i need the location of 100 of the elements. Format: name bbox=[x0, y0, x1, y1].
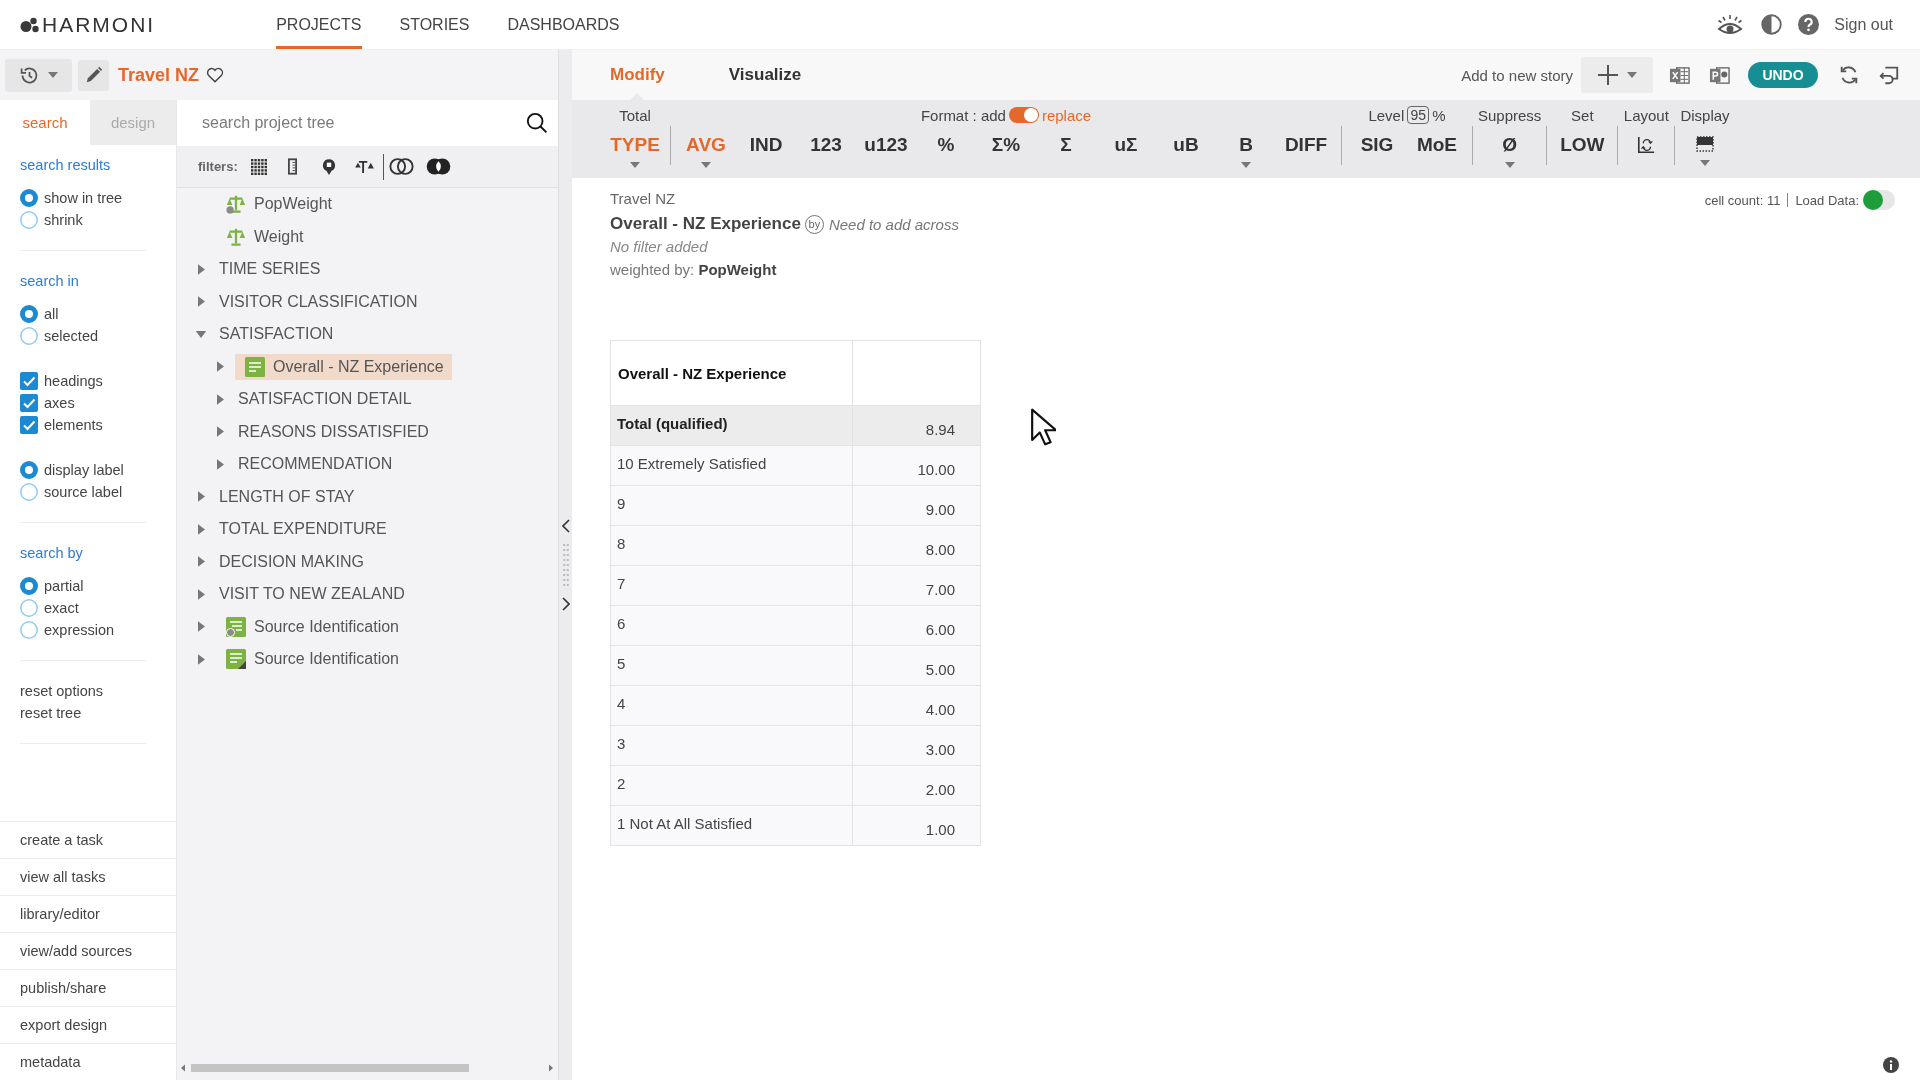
option-label: elements bbox=[44, 417, 103, 433]
tree-item[interactable]: REASONS DISSATISFIED bbox=[232, 418, 435, 445]
caret-right-icon[interactable] bbox=[197, 621, 205, 633]
nav-tab[interactable]: DASHBOARDS bbox=[507, 0, 620, 49]
help-icon[interactable] bbox=[1798, 14, 1820, 35]
tree-item[interactable]: VISIT TO NEW ZEALAND bbox=[213, 581, 411, 608]
tree-item[interactable]: SATISFACTION bbox=[213, 321, 340, 348]
radio-button[interactable] bbox=[20, 189, 38, 207]
toolbar-button[interactable]: uΣ bbox=[1096, 130, 1156, 176]
value-cell: 7.00 bbox=[852, 565, 981, 606]
history-button[interactable] bbox=[5, 58, 72, 92]
presentation-export-icon[interactable] bbox=[1709, 64, 1730, 86]
ruler-icon[interactable] bbox=[287, 158, 297, 175]
radio-button[interactable] bbox=[20, 577, 38, 595]
filled-overlap-icon[interactable] bbox=[425, 158, 451, 175]
radio-button[interactable] bbox=[20, 327, 38, 345]
edit-button[interactable] bbox=[78, 59, 109, 91]
toolbar-button[interactable]: B bbox=[1216, 130, 1276, 176]
tree-item[interactable]: Weight bbox=[216, 223, 312, 250]
toolbar-button[interactable]: Ø bbox=[1479, 130, 1540, 176]
checkbox[interactable] bbox=[20, 416, 38, 434]
tree-item[interactable]: TIME SERIES bbox=[213, 256, 327, 283]
search-field[interactable]: search project tree bbox=[177, 100, 558, 146]
format-toggle[interactable] bbox=[1008, 107, 1039, 123]
toolbar-button[interactable]: MoE bbox=[1407, 130, 1467, 176]
toolbar-button[interactable]: IND bbox=[736, 130, 796, 176]
sidebar-action[interactable]: metadata bbox=[0, 1043, 176, 1080]
caret-right-icon[interactable] bbox=[197, 653, 205, 665]
caret-right-icon[interactable] bbox=[197, 588, 205, 600]
grid-icon[interactable] bbox=[250, 158, 267, 175]
load-data-toggle[interactable] bbox=[1863, 190, 1895, 210]
tree-item[interactable]: SATISFACTION DETAIL bbox=[232, 386, 418, 413]
info-icon[interactable] bbox=[1883, 1057, 1899, 1073]
tree-item[interactable]: Overall - NZ Experience bbox=[235, 353, 452, 380]
sidebar-action[interactable]: library/editor bbox=[0, 895, 176, 932]
caret-down-icon[interactable] bbox=[195, 330, 207, 338]
tree-item[interactable]: PopWeight bbox=[216, 191, 340, 218]
value-cell: 10.00 bbox=[852, 445, 981, 486]
caret-right-icon[interactable] bbox=[216, 426, 224, 438]
caret-right-icon[interactable] bbox=[197, 523, 205, 535]
radio-button[interactable] bbox=[20, 305, 38, 323]
chevron-left-icon[interactable] bbox=[561, 519, 570, 533]
tree-item[interactable]: TOTAL EXPENDITURE bbox=[213, 516, 393, 543]
radio-button[interactable] bbox=[20, 211, 38, 229]
sidebar-action[interactable]: publish/share bbox=[0, 969, 176, 1006]
text-size-icon[interactable] bbox=[354, 159, 374, 174]
caret-right-icon[interactable] bbox=[216, 458, 224, 470]
level-field[interactable]: 95 bbox=[1407, 106, 1430, 124]
tree-item[interactable]: Source Identification bbox=[216, 613, 407, 640]
sidebar-link[interactable]: reset tree bbox=[20, 702, 82, 724]
pin-icon[interactable] bbox=[321, 157, 336, 176]
group-label: Level bbox=[1368, 106, 1405, 124]
spreadsheet-export-icon[interactable] bbox=[1669, 64, 1690, 86]
undo-button[interactable]: UNDO bbox=[1748, 62, 1818, 88]
radio-button[interactable] bbox=[20, 461, 38, 479]
toolbar-button[interactable]: Σ bbox=[1036, 130, 1096, 176]
chevron-right-icon[interactable] bbox=[561, 597, 570, 611]
caret-right-icon[interactable] bbox=[197, 491, 205, 503]
tree-item[interactable]: LENGTH OF STAY bbox=[213, 483, 361, 510]
tree-item[interactable]: Source Identification bbox=[216, 646, 407, 673]
caret-right-icon[interactable] bbox=[216, 361, 224, 373]
contrast-icon[interactable] bbox=[1761, 14, 1783, 35]
nav-tab[interactable]: STORIES bbox=[399, 0, 470, 49]
sidebar-action[interactable]: export design bbox=[0, 1006, 176, 1043]
tree-item[interactable]: DECISION MAKING bbox=[213, 548, 370, 575]
heart-icon[interactable] bbox=[206, 67, 225, 83]
sidebar-action[interactable]: view all tasks bbox=[0, 858, 176, 895]
view-tab[interactable]: Visualize bbox=[728, 50, 802, 100]
add-button[interactable] bbox=[1581, 57, 1653, 93]
toolbar-button[interactable]: DIFF bbox=[1276, 130, 1336, 176]
sidebar-action[interactable]: create a task bbox=[0, 821, 176, 858]
radio-button[interactable] bbox=[20, 483, 38, 501]
toolbar-button[interactable]: 123 bbox=[796, 130, 856, 176]
tree-item[interactable]: RECOMMENDATION bbox=[232, 451, 399, 478]
row-label: 4 bbox=[610, 685, 853, 726]
caret-right-icon[interactable] bbox=[216, 393, 224, 405]
caret-right-icon[interactable] bbox=[197, 296, 205, 308]
refresh-icon[interactable] bbox=[1838, 64, 1860, 86]
search-icon[interactable] bbox=[526, 112, 548, 134]
grip-icon[interactable] bbox=[562, 544, 569, 586]
tree-item[interactable]: VISITOR CLASSIFICATION bbox=[213, 288, 424, 315]
toolbar-button[interactable]: u123 bbox=[856, 130, 916, 176]
table-header: Overall - NZ Experience bbox=[610, 340, 853, 406]
toolbar-button[interactable]: LOW bbox=[1552, 130, 1613, 176]
toolbar-button[interactable]: Σ% bbox=[976, 130, 1036, 176]
restore-window-icon[interactable] bbox=[1878, 64, 1900, 86]
checkbox[interactable] bbox=[20, 372, 38, 390]
overlap-circles-icon[interactable] bbox=[388, 158, 414, 175]
toolbar-button[interactable]: % bbox=[916, 130, 976, 176]
caret-right-icon[interactable] bbox=[197, 556, 205, 568]
caret-right-icon[interactable] bbox=[197, 263, 205, 275]
checkbox[interactable] bbox=[20, 394, 38, 412]
sign-out-link[interactable]: Sign out bbox=[1834, 15, 1893, 34]
sidebar-link[interactable]: reset options bbox=[20, 680, 104, 702]
radio-button[interactable] bbox=[20, 621, 38, 639]
sidebar-action[interactable]: view/add sources bbox=[0, 932, 176, 969]
toolbar-button[interactable]: SIG bbox=[1347, 130, 1407, 176]
toolbar-button[interactable]: uB bbox=[1156, 130, 1216, 176]
radio-button[interactable] bbox=[20, 599, 38, 617]
eye-icon[interactable] bbox=[1717, 13, 1744, 36]
